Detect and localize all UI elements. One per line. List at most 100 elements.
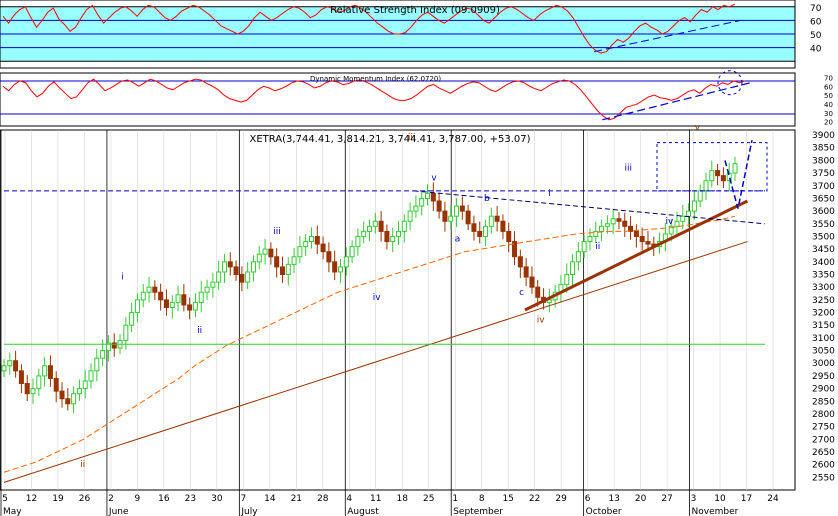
- candle-body: [239, 274, 245, 283]
- date-tick-label: 14: [264, 494, 276, 504]
- price-tick-label: 2700: [812, 435, 835, 445]
- price-tick-label: 3450: [812, 245, 835, 255]
- candle-body: [24, 383, 30, 395]
- candle-body: [639, 235, 645, 243]
- price-tick-label: 2950: [812, 372, 835, 382]
- candle-body: [587, 235, 593, 243]
- date-tick-label: 26: [79, 494, 91, 504]
- price-tick-label: 3500: [812, 232, 835, 242]
- price-frame: [0, 129, 796, 491]
- candle-body: [268, 248, 274, 258]
- price-tick-label: 3750: [812, 169, 835, 179]
- price-tick-label: 2800: [812, 410, 835, 420]
- date-tick-label: 22: [529, 494, 540, 504]
- candle-body: [216, 271, 222, 283]
- date-tick-label: 20: [635, 494, 647, 504]
- dmi-title: Dynamic Momentum Index (62.0720): [310, 75, 441, 83]
- candle-body: [204, 286, 210, 293]
- candle-body: [308, 235, 314, 243]
- wave-label: iv: [537, 316, 546, 326]
- candle-body: [355, 235, 361, 248]
- date-tick-label: 29: [555, 494, 567, 504]
- candle-body: [123, 324, 129, 341]
- candle-body: [425, 192, 431, 199]
- date-tick-label: 11: [370, 494, 381, 504]
- candle-body: [448, 215, 454, 222]
- candle-body: [274, 256, 280, 268]
- candle-body: [59, 390, 65, 400]
- date-tick-label: 24: [767, 494, 779, 504]
- dmi-tick-label: 70: [824, 74, 833, 82]
- price-tick-label: 3650: [812, 194, 835, 204]
- candle-body: [494, 215, 500, 222]
- price-tick-label: 3000: [812, 359, 835, 369]
- price-tick-label: 3400: [812, 258, 835, 268]
- wave-label: a: [455, 235, 461, 245]
- date-tick-label: 27: [661, 494, 672, 504]
- candle-body: [221, 261, 227, 273]
- candle-body: [343, 256, 349, 268]
- wave-label: ii: [595, 242, 600, 252]
- dmi-panel: Dynamic Momentum Index (62.0720) 70605040…: [0, 70, 833, 127]
- candle-body: [419, 197, 425, 207]
- candle-body: [18, 370, 24, 385]
- price-panel: iiiiiiivvabciiiiiiiviiiiiivvXETRA(3,744.…: [0, 123, 835, 516]
- month-label: September: [453, 507, 503, 516]
- rsi-tick-label: 70: [810, 4, 822, 14]
- price-tick-label: 3350: [812, 271, 835, 281]
- candle-body: [210, 281, 216, 288]
- candle-body: [633, 230, 639, 237]
- price-tick-label: 2550: [812, 473, 835, 483]
- candle-body: [390, 235, 396, 243]
- candle-body: [610, 218, 616, 225]
- wave-label: v: [431, 174, 437, 184]
- rsi-tick-label: 60: [810, 17, 822, 27]
- candle-body: [262, 248, 268, 255]
- candle-body: [245, 271, 251, 283]
- candle-body: [674, 220, 680, 227]
- candle-body: [575, 251, 581, 263]
- candle-body: [337, 266, 343, 273]
- date-tick-label: 30: [211, 494, 223, 504]
- date-tick-label: 13: [608, 494, 619, 504]
- date-tick-label: 18: [397, 494, 409, 504]
- candle-body: [71, 393, 77, 405]
- price-tick-label: 3200: [812, 309, 835, 319]
- rsi-tick-label: 50: [810, 31, 822, 41]
- candle-body: [279, 266, 285, 276]
- chart: Relative Strength Index (09.0909) 7060504…: [0, 0, 835, 516]
- candle-body: [593, 230, 599, 237]
- candle-body: [477, 230, 483, 237]
- dmi-tick-label: 50: [824, 92, 833, 100]
- candle-body: [297, 246, 303, 258]
- candle-body: [111, 342, 117, 349]
- wave-label: ii: [80, 460, 85, 470]
- candle-body: [715, 170, 721, 177]
- date-tick-label: 7: [240, 494, 246, 504]
- candle-body: [459, 205, 465, 212]
- candle-body: [314, 235, 320, 245]
- candle-body: [517, 256, 523, 268]
- date-tick-label: 12: [26, 494, 37, 504]
- candle-body: [227, 261, 233, 268]
- candle-body: [697, 190, 703, 202]
- month-label: May: [3, 507, 22, 516]
- candle-body: [483, 225, 489, 237]
- candle-body: [1, 365, 7, 372]
- price-tick-label: 2750: [812, 423, 835, 433]
- candle-body: [430, 192, 436, 202]
- price-tick-label: 3100: [812, 334, 835, 344]
- price-tick-label: 2900: [812, 385, 835, 395]
- wave-label: v: [695, 123, 701, 133]
- candle-body: [622, 220, 628, 227]
- candle-body: [372, 220, 378, 227]
- candle-body: [488, 215, 494, 227]
- candle-body: [564, 274, 570, 286]
- dmi-tick-label: 20: [824, 119, 833, 127]
- candle-body: [88, 370, 94, 382]
- candle-body: [384, 230, 390, 243]
- rsi-panel: Relative Strength Index (09.0909) 70 60 50 4…: [0, 0, 822, 69]
- date-tick-label: 10: [714, 494, 726, 504]
- date-tick-label: 16: [158, 494, 170, 504]
- candle-body: [686, 210, 692, 217]
